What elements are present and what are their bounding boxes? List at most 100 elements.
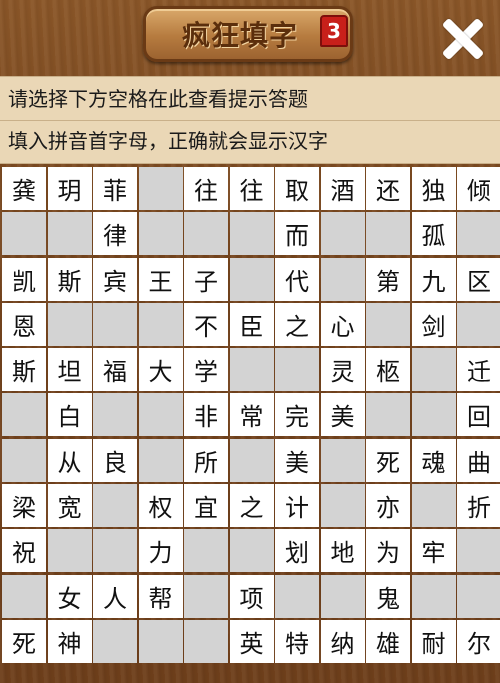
grid-cell-empty[interactable] (184, 619, 228, 663)
grid-cell-empty[interactable] (320, 484, 365, 528)
grid-cell-empty[interactable] (320, 257, 365, 301)
grid-cell-filled[interactable]: 女 (47, 574, 92, 618)
grid-cell-filled[interactable]: 宾 (93, 257, 137, 301)
grid-cell-filled[interactable]: 牢 (411, 529, 456, 573)
grid-cell-empty[interactable] (93, 302, 137, 346)
grid-cell-filled[interactable]: 白 (47, 393, 92, 437)
grid-cell-filled[interactable]: 雄 (366, 619, 410, 663)
grid-cell-filled[interactable]: 计 (275, 484, 319, 528)
grid-cell-filled[interactable]: 大 (138, 348, 183, 392)
grid-cell-empty[interactable] (93, 484, 137, 528)
grid-cell-empty[interactable] (457, 212, 500, 256)
grid-cell-filled[interactable]: 斯 (47, 257, 92, 301)
grid-cell-filled[interactable]: 之 (275, 302, 319, 346)
grid-cell-filled[interactable]: 鬼 (366, 574, 410, 618)
grid-cell-empty[interactable] (366, 302, 410, 346)
grid-cell-filled[interactable]: 王 (138, 257, 183, 301)
grid-cell-filled[interactable]: 律 (93, 212, 137, 256)
grid-cell-filled[interactable]: 酒 (320, 167, 365, 210)
grid-cell-filled[interactable]: 区 (457, 257, 500, 301)
grid-cell-empty[interactable] (184, 574, 228, 618)
grid-cell-empty[interactable] (229, 438, 274, 482)
grid-cell-filled[interactable]: 独 (411, 167, 456, 210)
grid-cell-empty[interactable] (138, 212, 183, 256)
grid-cell-filled[interactable]: 所 (184, 438, 228, 482)
grid-cell-filled[interactable]: 帮 (138, 574, 183, 618)
grid-cell-filled[interactable]: 心 (320, 302, 365, 346)
grid-cell-filled[interactable]: 孤 (411, 212, 456, 256)
grid-cell-filled[interactable]: 宜 (184, 484, 228, 528)
grid-cell-empty[interactable] (93, 619, 137, 663)
grid-cell-filled[interactable]: 宽 (47, 484, 92, 528)
grid-cell-filled[interactable]: 福 (93, 348, 137, 392)
grid-cell-filled[interactable]: 之 (229, 484, 274, 528)
grid-cell-filled[interactable]: 魂 (411, 438, 456, 482)
grid-cell-filled[interactable]: 为 (366, 529, 410, 573)
grid-cell-filled[interactable]: 非 (184, 393, 228, 437)
grid-cell-filled[interactable]: 迁 (457, 348, 500, 392)
grid-cell-filled[interactable]: 人 (93, 574, 137, 618)
grid-cell-filled[interactable]: 特 (275, 619, 319, 663)
grid-cell-filled[interactable]: 柩 (366, 348, 410, 392)
grid-cell-empty[interactable] (411, 393, 456, 437)
grid-cell-filled[interactable]: 坦 (47, 348, 92, 392)
grid-cell-empty[interactable] (457, 574, 500, 618)
grid-cell-filled[interactable]: 美 (275, 438, 319, 482)
grid-cell-empty[interactable] (457, 529, 500, 573)
grid-cell-empty[interactable] (2, 212, 46, 256)
grid-cell-filled[interactable]: 回 (457, 393, 500, 437)
grid-cell-filled[interactable]: 神 (47, 619, 92, 663)
grid-cell-filled[interactable]: 项 (229, 574, 274, 618)
grid-cell-filled[interactable]: 剑 (411, 302, 456, 346)
grid-cell-filled[interactable]: 力 (138, 529, 183, 573)
grid-cell-filled[interactable]: 亦 (366, 484, 410, 528)
grid-cell-filled[interactable]: 凯 (2, 257, 46, 301)
grid-cell-empty[interactable] (2, 393, 46, 437)
grid-cell-filled[interactable]: 倾 (457, 167, 500, 210)
grid-cell-empty[interactable] (457, 302, 500, 346)
grid-cell-empty[interactable] (229, 348, 274, 392)
grid-cell-empty[interactable] (411, 484, 456, 528)
grid-cell-filled[interactable]: 恩 (2, 302, 46, 346)
grid-cell-filled[interactable]: 第 (366, 257, 410, 301)
grid-cell-empty[interactable] (320, 212, 365, 256)
grid-cell-filled[interactable]: 纳 (320, 619, 365, 663)
grid-cell-filled[interactable]: 从 (47, 438, 92, 482)
grid-cell-empty[interactable] (366, 212, 410, 256)
grid-cell-filled[interactable]: 臣 (229, 302, 274, 346)
grid-cell-empty[interactable] (320, 574, 365, 618)
grid-cell-empty[interactable] (184, 529, 228, 573)
grid-cell-filled[interactable]: 地 (320, 529, 365, 573)
grid-cell-filled[interactable]: 曲 (457, 438, 500, 482)
grid-cell-empty[interactable] (2, 574, 46, 618)
grid-cell-empty[interactable] (138, 302, 183, 346)
grid-cell-filled[interactable]: 折 (457, 484, 500, 528)
grid-cell-empty[interactable] (229, 529, 274, 573)
grid-cell-filled[interactable]: 梁 (2, 484, 46, 528)
grid-cell-empty[interactable] (320, 438, 365, 482)
grid-cell-filled[interactable]: 取 (275, 167, 319, 210)
grid-cell-empty[interactable] (275, 574, 319, 618)
grid-cell-empty[interactable] (138, 393, 183, 437)
grid-cell-filled[interactable]: 灵 (320, 348, 365, 392)
close-icon[interactable] (438, 14, 488, 64)
grid-cell-empty[interactable] (2, 438, 46, 482)
grid-cell-filled[interactable]: 耐 (411, 619, 456, 663)
grid-cell-filled[interactable]: 学 (184, 348, 228, 392)
grid-cell-filled[interactable]: 良 (93, 438, 137, 482)
grid-cell-empty[interactable] (229, 212, 274, 256)
grid-cell-filled[interactable]: 斯 (2, 348, 46, 392)
grid-cell-filled[interactable]: 死 (2, 619, 46, 663)
grid-cell-empty[interactable] (47, 302, 92, 346)
grid-cell-empty[interactable] (138, 167, 183, 210)
grid-cell-filled[interactable]: 代 (275, 257, 319, 301)
grid-cell-empty[interactable] (184, 212, 228, 256)
grid-cell-filled[interactable]: 往 (184, 167, 228, 210)
grid-cell-filled[interactable]: 尔 (457, 619, 500, 663)
grid-cell-filled[interactable]: 玥 (47, 167, 92, 210)
grid-cell-empty[interactable] (138, 438, 183, 482)
grid-cell-filled[interactable]: 祝 (2, 529, 46, 573)
grid-cell-empty[interactable] (93, 529, 137, 573)
grid-cell-empty[interactable] (93, 393, 137, 437)
grid-cell-empty[interactable] (138, 619, 183, 663)
